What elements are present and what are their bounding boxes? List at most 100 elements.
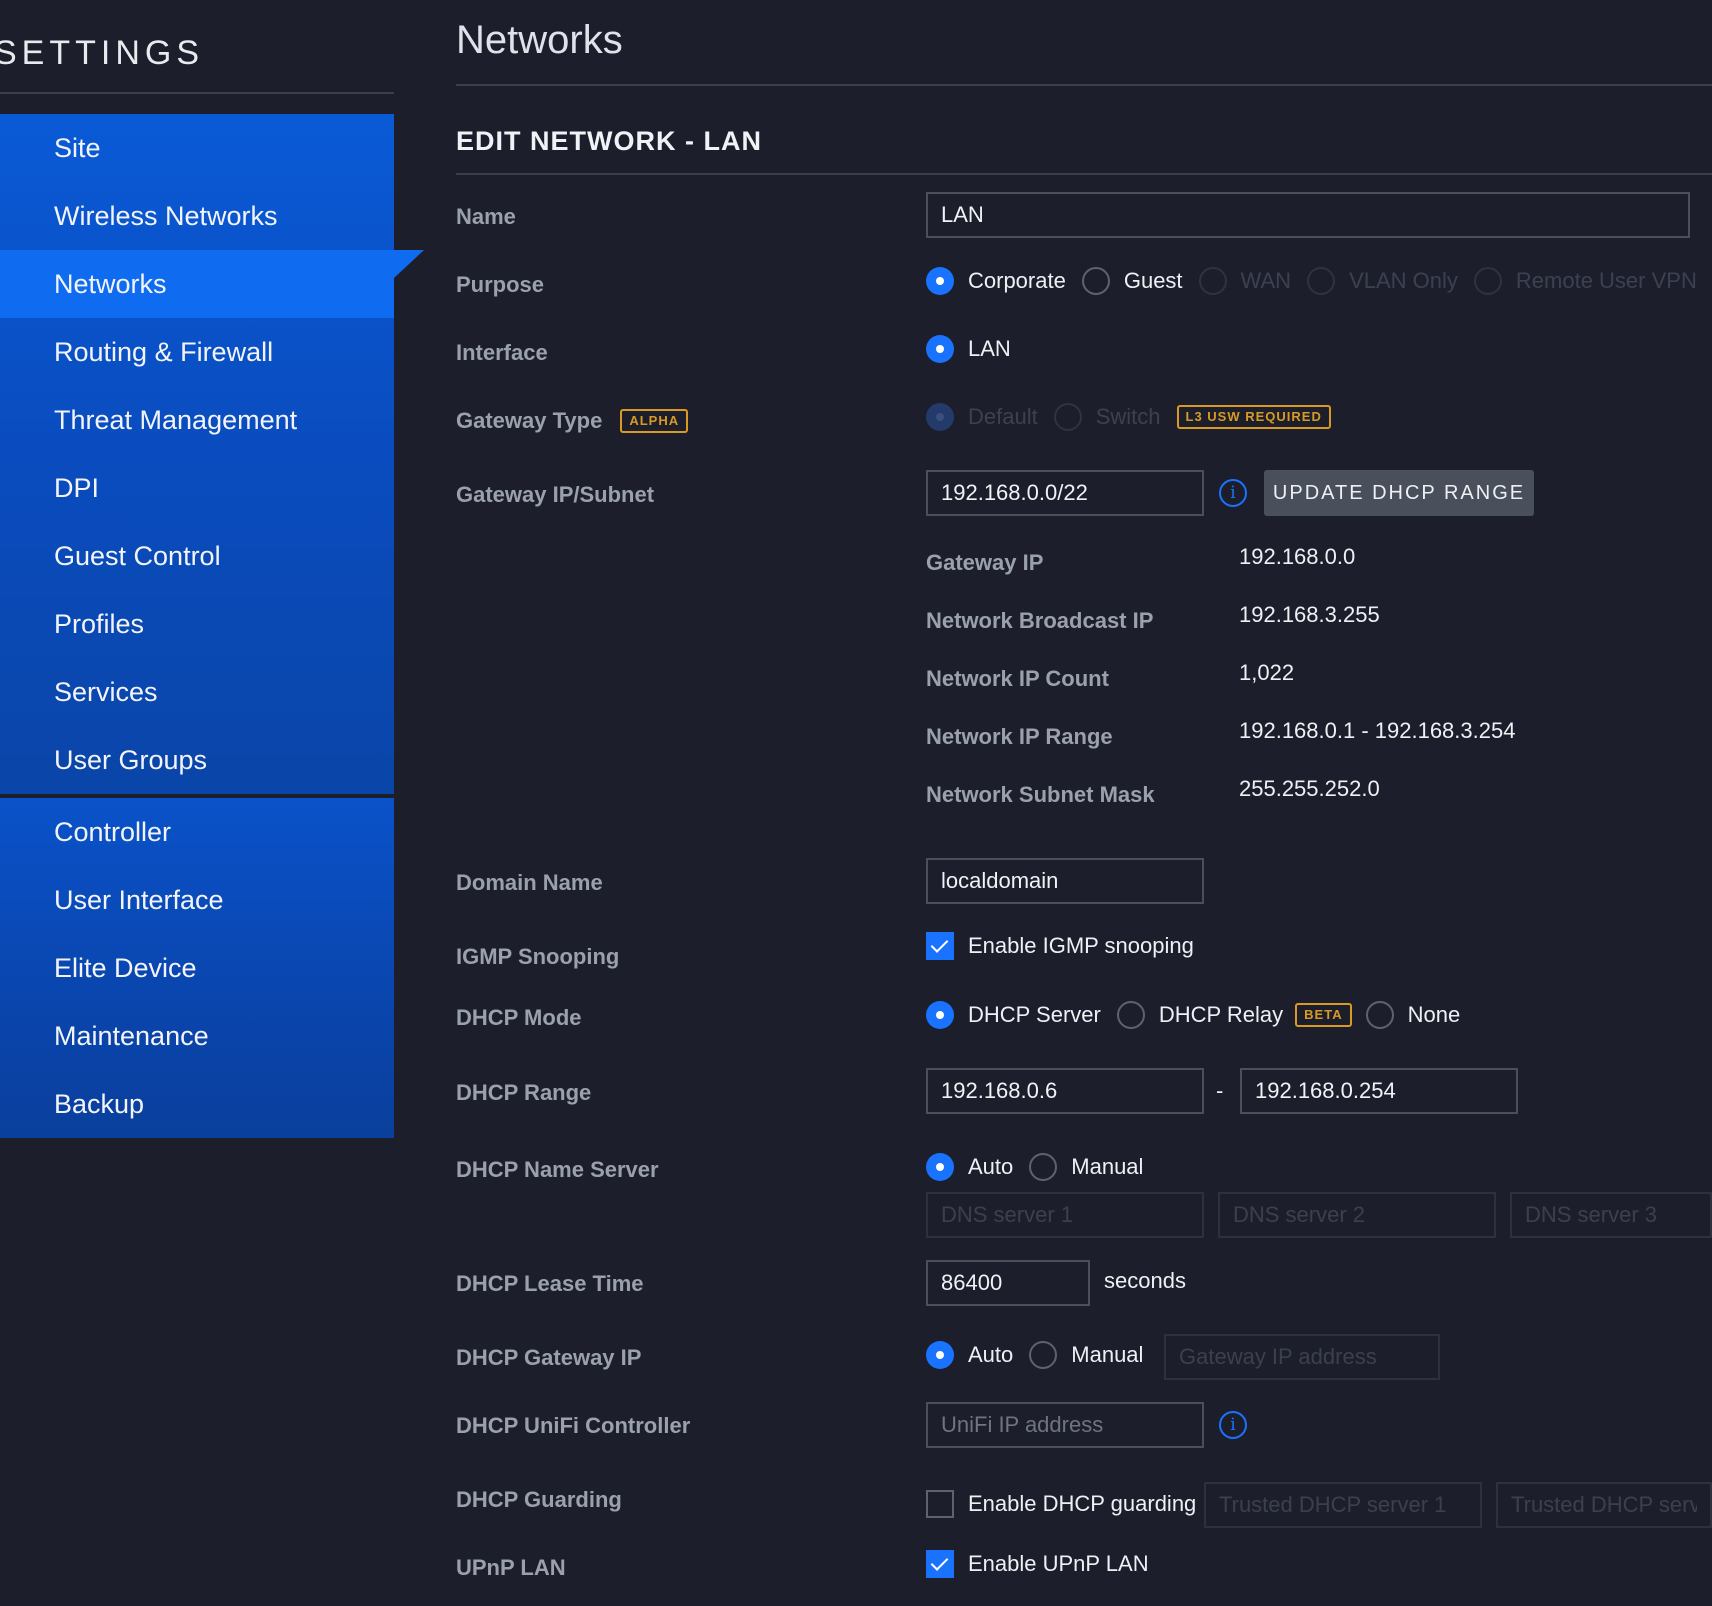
unifi-controller-label: DHCP UniFi Controller <box>456 1413 691 1438</box>
sidebar-item-elite-device[interactable]: Elite Device <box>0 934 394 1002</box>
sidebar-item-profiles[interactable]: Profiles <box>0 590 394 658</box>
dhcp-name-server-radio-group: Auto Manual <box>926 1153 1159 1181</box>
purpose-label: Purpose <box>456 272 545 297</box>
purpose-corporate-radio[interactable] <box>926 267 954 295</box>
ip-range-value: 192.168.0.1 - 192.168.3.254 <box>1239 718 1516 743</box>
dhcp-mode-radio-group: DHCP Server DHCP Relay BETA None <box>926 1001 1476 1029</box>
dhcp-none-radio[interactable] <box>1365 1001 1394 1029</box>
igmp-checkbox[interactable] <box>926 932 954 960</box>
sidebar-item-backup[interactable]: Backup <box>0 1070 394 1138</box>
gateway-default-radio <box>926 403 954 431</box>
lease-time-label: DHCP Lease Time <box>456 1271 644 1296</box>
name-server-manual-label: Manual <box>1071 1154 1144 1179</box>
domain-name-input[interactable] <box>926 858 1204 904</box>
broadcast-ip-label: Network Broadcast IP <box>926 608 1154 633</box>
dhcp-gateway-manual-radio[interactable] <box>1029 1341 1058 1369</box>
dhcp-server-radio[interactable] <box>926 1001 954 1029</box>
interface-radio-group: LAN <box>926 335 1027 363</box>
gateway-ip-label: Gateway IP <box>926 550 1044 575</box>
dhcp-gateway-manual-label: Manual <box>1071 1342 1144 1367</box>
sidebar-item-guest-control[interactable]: Guest Control <box>0 522 394 590</box>
gateway-type-label: Gateway Type <box>456 408 603 433</box>
dns-server-1-input <box>926 1192 1204 1238</box>
dhcp-range-end-input[interactable] <box>1240 1068 1518 1114</box>
interface-label: Interface <box>456 340 548 365</box>
dns-server-2-input <box>1218 1192 1496 1238</box>
settings-title: SETTINGS <box>0 34 205 72</box>
unifi-controller-input[interactable] <box>926 1402 1204 1448</box>
igmp-checkbox-row: Enable IGMP snooping <box>926 932 1210 960</box>
dhcp-name-server-label: DHCP Name Server <box>456 1157 659 1182</box>
alpha-badge: ALPHA <box>620 409 689 433</box>
name-label: Name <box>456 204 516 229</box>
unifi-info-icon[interactable]: i <box>1219 1411 1247 1439</box>
sidebar-item-maintenance[interactable]: Maintenance <box>0 1002 394 1070</box>
gateway-type-radio-group: Default Switch L3 USW REQUIRED <box>926 403 1331 431</box>
page-title: Networks <box>456 18 623 62</box>
sidebar-item-user-groups[interactable]: User Groups <box>0 726 394 794</box>
sidebar-item-routing-firewall[interactable]: Routing & Firewall <box>0 318 394 386</box>
gateway-type-label-row: Gateway Type ALPHA <box>456 408 689 434</box>
dhcp-none-label: None <box>1407 1002 1461 1027</box>
sidebar-item-threat-management[interactable]: Threat Management <box>0 386 394 454</box>
dhcp-range-start-input[interactable] <box>926 1068 1204 1114</box>
dhcp-guarding-checkbox-row: Enable DHCP guarding <box>926 1490 1212 1518</box>
sidebar-item-wireless-networks[interactable]: Wireless Networks <box>0 182 394 250</box>
settings-sidebar: Site Wireless Networks Networks Routing … <box>0 114 424 1138</box>
purpose-guest-label: Guest <box>1123 268 1183 293</box>
name-input[interactable] <box>926 192 1690 238</box>
dhcp-relay-radio[interactable] <box>1116 1001 1145 1029</box>
igmp-label: IGMP Snooping <box>456 944 620 969</box>
trusted-dhcp-server-1-input <box>1204 1482 1482 1528</box>
trusted-dhcp-server-2-input <box>1496 1482 1712 1528</box>
gateway-switch-label: Switch <box>1095 404 1161 429</box>
dhcp-server-label: DHCP Server <box>968 1002 1101 1027</box>
ip-count-label: Network IP Count <box>926 666 1109 691</box>
purpose-wan-radio <box>1198 267 1227 295</box>
beta-badge: BETA <box>1295 1003 1352 1027</box>
upnp-checkbox-label: Enable UPnP LAN <box>968 1551 1149 1576</box>
upnp-checkbox-row: Enable UPnP LAN <box>926 1550 1165 1578</box>
dhcp-guarding-checkbox-label: Enable DHCP guarding <box>968 1491 1197 1516</box>
sidebar-item-controller[interactable]: Controller <box>0 798 394 866</box>
lease-time-input[interactable] <box>926 1260 1090 1306</box>
dhcp-guarding-checkbox[interactable] <box>926 1490 954 1518</box>
title-divider <box>456 84 1712 86</box>
name-server-manual-radio[interactable] <box>1029 1153 1058 1181</box>
name-server-auto-label: Auto <box>968 1154 1014 1179</box>
purpose-vlan-only-radio <box>1307 267 1336 295</box>
sidebar-item-site[interactable]: Site <box>0 114 394 182</box>
dhcp-gateway-radio-group: Auto Manual <box>926 1341 1159 1369</box>
gateway-default-label: Default <box>968 404 1038 429</box>
dhcp-gateway-auto-label: Auto <box>968 1342 1014 1367</box>
sidebar-item-networks[interactable]: Networks <box>0 250 424 318</box>
dhcp-gateway-auto-radio[interactable] <box>926 1341 954 1369</box>
dhcp-gateway-ip-label: DHCP Gateway IP <box>456 1345 642 1370</box>
upnp-checkbox[interactable] <box>926 1550 954 1578</box>
lease-time-unit: seconds <box>1104 1268 1186 1293</box>
info-icon[interactable]: i <box>1219 479 1247 507</box>
sidebar-item-dpi[interactable]: DPI <box>0 454 394 522</box>
domain-name-label: Domain Name <box>456 870 603 895</box>
update-dhcp-range-button[interactable]: UPDATE DHCP RANGE <box>1264 470 1534 516</box>
gateway-ip-value: 192.168.0.0 <box>1239 544 1356 569</box>
purpose-guest-radio[interactable] <box>1081 267 1110 295</box>
dhcp-range-separator: - <box>1216 1078 1224 1103</box>
name-server-auto-radio[interactable] <box>926 1153 954 1181</box>
upnp-lan-label: UPnP LAN <box>456 1555 566 1580</box>
purpose-vlan-only-label: VLAN Only <box>1349 268 1458 293</box>
sidebar-item-services[interactable]: Services <box>0 658 394 726</box>
purpose-wan-label: WAN <box>1240 268 1292 293</box>
gateway-subnet-input[interactable] <box>926 470 1204 516</box>
l3-usw-required-badge: L3 USW REQUIRED <box>1176 405 1331 429</box>
sidebar-item-user-interface[interactable]: User Interface <box>0 866 394 934</box>
dhcp-mode-label: DHCP Mode <box>456 1005 582 1030</box>
site-settings-group: Site Wireless Networks Networks Routing … <box>0 114 424 794</box>
subnet-mask-label: Network Subnet Mask <box>926 782 1155 807</box>
dhcp-gateway-ip-input <box>1164 1334 1440 1380</box>
interface-lan-radio[interactable] <box>926 335 954 363</box>
settings-divider <box>0 92 394 94</box>
dhcp-relay-label: DHCP Relay <box>1158 1002 1284 1027</box>
dhcp-range-label: DHCP Range <box>456 1080 592 1105</box>
igmp-checkbox-label: Enable IGMP snooping <box>968 933 1194 958</box>
